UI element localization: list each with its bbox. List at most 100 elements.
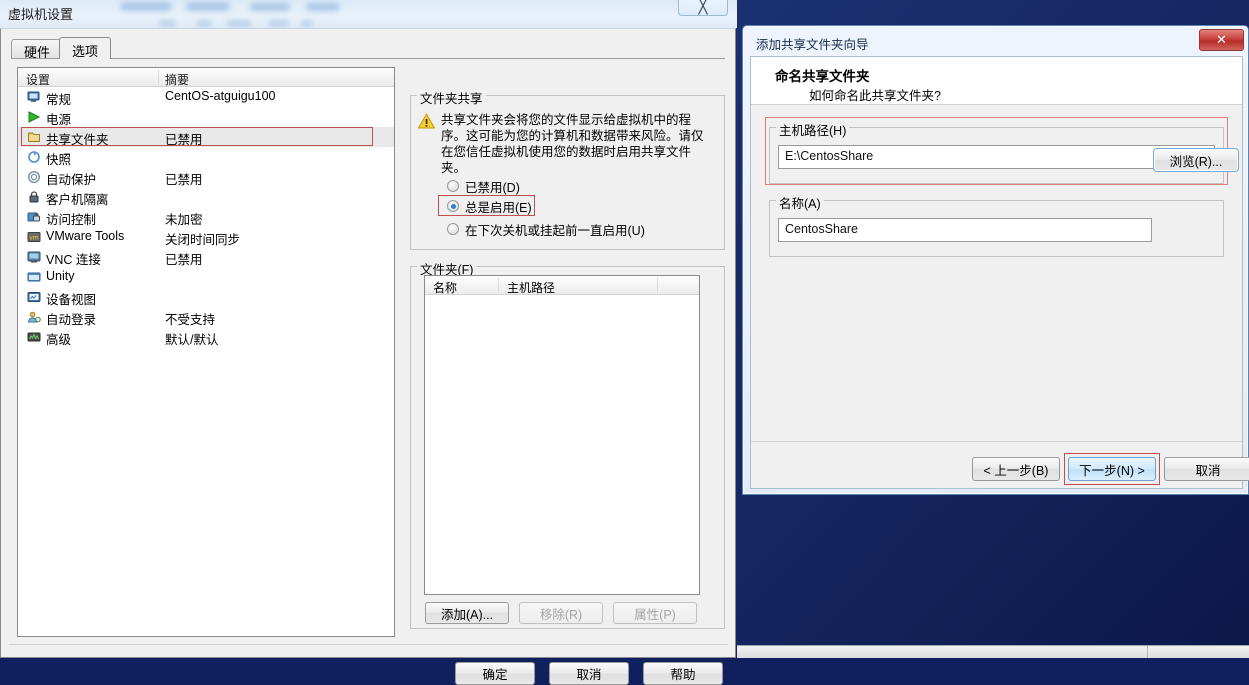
column-header-name: 名称 bbox=[433, 281, 458, 295]
power-icon bbox=[27, 110, 41, 124]
radio-option-until-shutdown[interactable]: 在下次关机或挂起前一直启用(U) bbox=[447, 220, 645, 238]
next-button[interactable]: 下一步(N) > bbox=[1068, 457, 1156, 481]
radio-button[interactable] bbox=[447, 180, 459, 192]
list-item[interactable]: 快照 bbox=[18, 147, 394, 167]
list-item[interactable]: Unity bbox=[18, 267, 394, 287]
remove-folder-button[interactable]: 移除(R) bbox=[519, 602, 603, 624]
wizard-heading: 命名共享文件夹 bbox=[775, 69, 870, 84]
vm-dialog-titlebar[interactable]: 虚拟机设置 ╳ bbox=[0, 0, 737, 28]
list-item[interactable]: 常规 CentOS-atguigu100 bbox=[18, 87, 394, 107]
add-folder-button[interactable]: 添加(A)... bbox=[425, 602, 509, 624]
column-header-host-path: 主机路径 bbox=[507, 281, 556, 295]
list-item[interactable]: 设备视图 bbox=[18, 287, 394, 307]
list-item-name: VNC 连接 bbox=[46, 253, 101, 267]
list-item[interactable]: 客户机隔离 bbox=[18, 187, 394, 207]
wizard-titlebar[interactable]: 添加共享文件夹向导 ✕ bbox=[743, 26, 1248, 56]
wizard-footer-separator bbox=[751, 441, 1242, 442]
list-item-summary: 已禁用 bbox=[165, 173, 203, 187]
wizard-header: 命名共享文件夹 如何命名此共享文件夹? bbox=[751, 57, 1242, 105]
list-item[interactable]: 高级 默认/默认 bbox=[18, 327, 394, 347]
folders-table[interactable]: 名称 主机路径 bbox=[424, 275, 700, 595]
list-item-name: 自动登录 bbox=[46, 313, 97, 327]
list-item-name: 高级 bbox=[46, 333, 72, 347]
unity-icon bbox=[27, 270, 41, 284]
radio-label: 已禁用(D) bbox=[465, 180, 520, 195]
cancel-button[interactable]: 取消 bbox=[549, 662, 629, 685]
autoprotect-icon bbox=[27, 170, 41, 184]
highlight-box bbox=[438, 195, 535, 216]
folders-table-header: 名称 主机路径 bbox=[425, 276, 699, 295]
list-item-summary: 已禁用 bbox=[165, 253, 203, 267]
radio-option-disabled[interactable]: 已禁用(D) bbox=[447, 177, 520, 195]
advanced-icon bbox=[27, 330, 41, 344]
list-item[interactable]: vm VMware Tools 关闭时间同步 bbox=[18, 227, 394, 247]
list-item[interactable]: 访问控制 未加密 bbox=[18, 207, 394, 227]
warning-icon bbox=[417, 112, 436, 129]
footer-separator bbox=[9, 644, 728, 645]
wizard-subheading: 如何命名此共享文件夹? bbox=[809, 89, 941, 103]
list-item-name: 访问控制 bbox=[46, 213, 97, 227]
ok-button[interactable]: 确定 bbox=[455, 662, 535, 685]
add-shared-folder-wizard: 添加共享文件夹向导 ✕ 命名共享文件夹 如何命名此共享文件夹? 主机路径(H) … bbox=[742, 25, 1249, 495]
list-item-name: 常规 bbox=[46, 93, 72, 107]
vnc-icon bbox=[27, 250, 41, 264]
taskbar[interactable] bbox=[737, 645, 1249, 658]
column-header-summary: 摘要 bbox=[165, 73, 190, 87]
list-item-shared-folders[interactable]: 共享文件夹 已禁用 bbox=[18, 127, 394, 147]
wizard-cancel-button[interactable]: 取消 bbox=[1164, 457, 1249, 481]
monitor-icon bbox=[27, 90, 41, 104]
radio-label: 在下次关机或挂起前一直启用(U) bbox=[465, 223, 645, 238]
list-item-summary: 不受支持 bbox=[165, 313, 216, 327]
column-divider bbox=[657, 278, 658, 293]
list-item[interactable]: VNC 连接 已禁用 bbox=[18, 247, 394, 267]
vm-settings-dialog: 虚拟机设置 ╳ 硬件 选项 设置 摘要 常规 CentOS-atguigu100… bbox=[0, 0, 737, 685]
list-item-name: Unity bbox=[46, 269, 75, 283]
folder-properties-button[interactable]: 属性(P) bbox=[613, 602, 697, 624]
column-divider bbox=[158, 70, 159, 85]
close-icon[interactable]: ✕ bbox=[1199, 29, 1244, 51]
list-item-name: VMware Tools bbox=[46, 229, 125, 243]
list-item-summary: 默认/默认 bbox=[165, 333, 219, 347]
vm-dialog-body: 硬件 选项 设置 摘要 常规 CentOS-atguigu100 电源 共享文件… bbox=[0, 28, 736, 685]
name-input[interactable]: CentosShare bbox=[778, 218, 1152, 242]
vmware-tools-icon: vm bbox=[27, 230, 41, 244]
tab-options[interactable]: 选项 bbox=[59, 37, 112, 59]
list-item-summary: CentOS-atguigu100 bbox=[165, 89, 276, 103]
close-glyph: ✕ bbox=[1216, 32, 1227, 47]
settings-list: 常规 CentOS-atguigu100 电源 共享文件夹 已禁用 快照 自动保… bbox=[18, 87, 394, 347]
taskbar-divider bbox=[1147, 646, 1148, 658]
radio-button[interactable] bbox=[447, 223, 459, 235]
list-item[interactable]: 自动登录 不受支持 bbox=[18, 307, 394, 327]
close-glyph: ╳ bbox=[698, 0, 708, 15]
host-path-label: 主机路径(H) bbox=[776, 120, 850, 139]
name-label: 名称(A) bbox=[776, 193, 824, 212]
radio-option-always-enabled[interactable]: 总是启用(E) bbox=[438, 195, 535, 216]
close-icon[interactable]: ╳ bbox=[678, 0, 728, 16]
back-button[interactable]: < 上一步(B) bbox=[972, 457, 1060, 481]
tab-hardware[interactable]: 硬件 bbox=[11, 39, 64, 60]
svg-text:vm: vm bbox=[29, 234, 39, 241]
list-item[interactable]: 自动保护 已禁用 bbox=[18, 167, 394, 187]
snapshot-icon bbox=[27, 150, 41, 164]
list-item-name: 设备视图 bbox=[46, 293, 97, 307]
column-header-setting: 设置 bbox=[26, 73, 51, 87]
list-item-name: 快照 bbox=[46, 153, 72, 167]
tab-underline bbox=[11, 58, 725, 59]
list-item-name: 自动保护 bbox=[46, 173, 97, 187]
vm-dialog-title: 虚拟机设置 bbox=[8, 7, 74, 22]
browse-button[interactable]: 浏览(R)... bbox=[1153, 148, 1239, 172]
host-path-input[interactable]: E:\CentosShare bbox=[778, 145, 1215, 169]
list-item-name: 客户机隔离 bbox=[46, 193, 109, 207]
column-divider bbox=[498, 278, 499, 293]
settings-list-panel[interactable]: 设置 摘要 常规 CentOS-atguigu100 电源 共享文件夹 已禁用 … bbox=[17, 67, 395, 637]
settings-list-header: 设置 摘要 bbox=[18, 68, 394, 87]
device-view-icon bbox=[27, 290, 41, 304]
wizard-title: 添加共享文件夹向导 bbox=[756, 38, 869, 52]
list-item-summary: 关闭时间同步 bbox=[165, 233, 241, 247]
list-item[interactable]: 电源 bbox=[18, 107, 394, 127]
help-button[interactable]: 帮助 bbox=[643, 662, 723, 685]
lock-icon bbox=[27, 190, 41, 204]
folder-sharing-warning-text: 共享文件夹会将您的文件显示给虚拟机中的程序。这可能为您的计算机和数据带来风险。请… bbox=[441, 113, 704, 175]
folder-sharing-label: 文件夹共享 bbox=[417, 88, 486, 107]
highlight-box bbox=[21, 127, 373, 146]
